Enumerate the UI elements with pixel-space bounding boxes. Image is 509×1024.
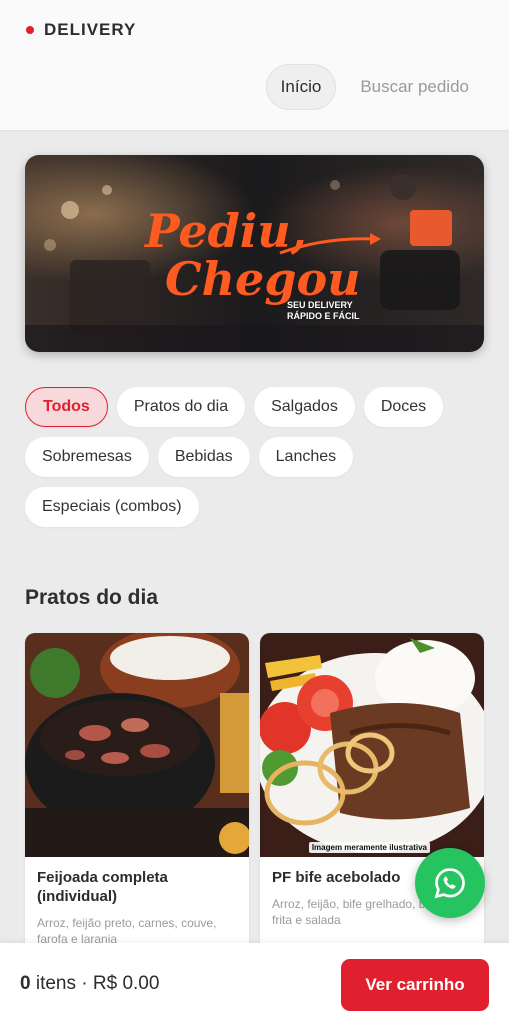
brand[interactable]: DELIVERY xyxy=(26,20,136,40)
cart-bar: 0 itens · R$ 0.00 Ver carrinho xyxy=(0,943,509,1024)
nav-item-buscar-pedido[interactable]: Buscar pedido xyxy=(346,64,483,110)
nav-item-inicio[interactable]: Início xyxy=(265,64,337,110)
whatsapp-button[interactable] xyxy=(415,848,485,918)
brand-name: DELIVERY xyxy=(44,20,137,39)
product-card-feijoada[interactable]: Feijoada completa (individual) Arroz, fe… xyxy=(25,633,249,963)
section-title: Pratos do dia xyxy=(25,586,159,609)
category-chip-especiais[interactable]: Especiais (combos) xyxy=(25,487,199,527)
image-disclaimer: Imagem meramente ilustrativa xyxy=(308,842,430,853)
category-chip-pratos-do-dia[interactable]: Pratos do dia xyxy=(116,387,246,427)
promo-banner: Pediu, Chegou SEU DELIVERY RÁPIDO E FÁCI… xyxy=(25,155,484,352)
top-nav: Início Buscar pedido xyxy=(265,64,483,110)
product-name: Feijoada completa (individual) xyxy=(37,869,168,905)
product-image xyxy=(25,633,249,857)
banner-image: Pediu, Chegou SEU DELIVERY RÁPIDO E FÁCI… xyxy=(25,155,484,352)
brand-dot-icon xyxy=(26,26,34,34)
cart-item-count: 0 xyxy=(20,973,31,994)
cart-summary: 0 itens · R$ 0.00 xyxy=(20,973,159,995)
banner-tagline-1: SEU DELIVERY xyxy=(287,300,353,310)
banner-headline-1: Pediu, xyxy=(143,204,307,258)
category-chip-lanches[interactable]: Lanches xyxy=(258,437,354,477)
whatsapp-icon xyxy=(434,868,465,899)
product-list: Feijoada completa (individual) Arroz, fe… xyxy=(25,633,484,963)
category-chip-sobremesas[interactable]: Sobremesas xyxy=(25,437,149,477)
category-chip-salgados[interactable]: Salgados xyxy=(254,387,355,427)
app-header: DELIVERY Início Buscar pedido xyxy=(0,0,509,130)
view-cart-button[interactable]: Ver carrinho xyxy=(341,959,489,1011)
category-chip-bebidas[interactable]: Bebidas xyxy=(157,437,250,477)
banner-tagline-2: RÁPIDO E FÁCIL xyxy=(287,311,360,321)
category-chip-doces[interactable]: Doces xyxy=(363,387,444,427)
banner-headline-2: Chegou xyxy=(165,252,361,306)
category-filters: Todos Pratos do dia Salgados Doces Sobre… xyxy=(25,387,485,527)
cart-total: itens · R$ 0.00 xyxy=(35,973,160,994)
category-chip-todos[interactable]: Todos xyxy=(25,387,108,427)
product-image: Imagem meramente ilustrativa xyxy=(260,633,484,857)
